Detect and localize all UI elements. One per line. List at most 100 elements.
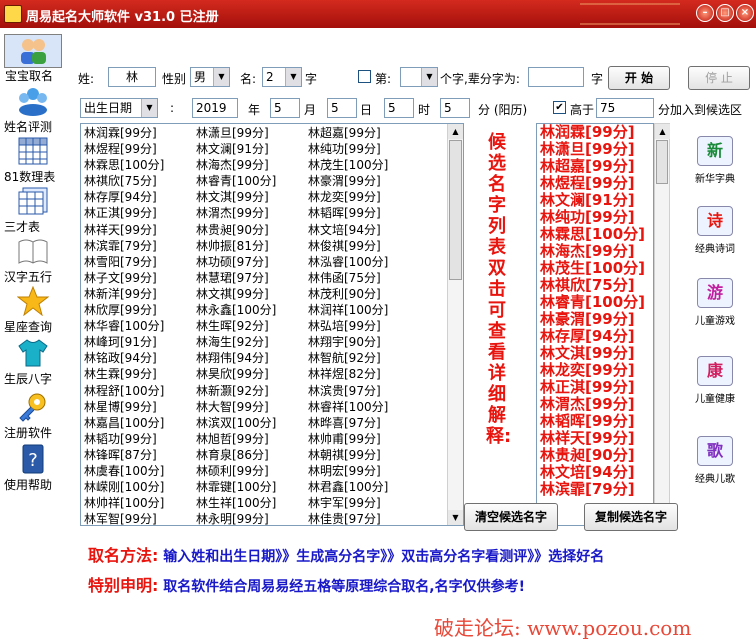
list-item[interactable]: 林霖思[100分]: [84, 157, 196, 173]
list-item[interactable]: 林文祺[99分]: [196, 286, 308, 302]
list-item[interactable]: 林超嘉[99分]: [308, 125, 420, 141]
list-item[interactable]: 林伟函[75分]: [308, 270, 420, 286]
minute-input[interactable]: 5: [440, 98, 470, 118]
candidate-item[interactable]: 林润霖[99分]: [537, 124, 653, 141]
above-score-input[interactable]: 75: [596, 98, 654, 118]
gender-select[interactable]: 男 ▼: [190, 67, 230, 87]
list-item[interactable]: 林育泉[86分]: [196, 447, 308, 463]
list-item[interactable]: 林子文[99分]: [84, 270, 196, 286]
list-item[interactable]: 林正淇[99分]: [84, 205, 196, 221]
list-item[interactable]: 林君鑫[100分]: [308, 479, 420, 495]
candidate-item[interactable]: 林海杰[99分]: [537, 243, 653, 260]
list-item[interactable]: 林明宏[99分]: [308, 463, 420, 479]
sidebar-item-0[interactable]: 宝宝取名: [4, 34, 62, 83]
right-panel-item-3[interactable]: 康儿童健康: [682, 356, 748, 405]
list-item[interactable]: 林昊欣[99分]: [196, 366, 308, 382]
candidate-item[interactable]: 林纯功[99分]: [537, 209, 653, 226]
list-item[interactable]: 林帅甫[99分]: [308, 431, 420, 447]
list-item[interactable]: 林虞春[100分]: [84, 463, 196, 479]
candidate-item[interactable]: 林超嘉[99分]: [537, 158, 653, 175]
candidate-item[interactable]: 林存厚[94分]: [537, 328, 653, 345]
list-item[interactable]: 林星博[99分]: [84, 399, 196, 415]
list-item[interactable]: 林渭杰[99分]: [196, 205, 308, 221]
list-item[interactable]: 林慧珺[97分]: [196, 270, 308, 286]
list-item[interactable]: 林锋晖[87分]: [84, 447, 196, 463]
generated-names-list[interactable]: 林润霖[99分] 林煜程[99分] 林霖思[100分] 林祺欣[75分] 林存厚[94分…: [80, 123, 464, 526]
candidate-item[interactable]: 林茂生[100分]: [537, 260, 653, 277]
list-item[interactable]: 林硕利[99分]: [196, 463, 308, 479]
right-panel-item-2[interactable]: 游儿童游戏: [682, 278, 748, 327]
candidate-item[interactable]: 林文培[94分]: [537, 464, 653, 481]
sidebar-item-7[interactable]: 注册软件: [4, 392, 62, 440]
list-item[interactable]: 林龙奕[99分]: [308, 189, 420, 205]
list-item[interactable]: 林文淇[99分]: [196, 189, 308, 205]
list-item[interactable]: 林豪渭[99分]: [308, 173, 420, 189]
stop-button[interactable]: 停 止: [688, 66, 750, 90]
list-item[interactable]: 林俊祺[99分]: [308, 238, 420, 254]
surname-input[interactable]: 林: [108, 67, 156, 87]
list-item[interactable]: 林生祥[100分]: [196, 495, 308, 511]
list-item[interactable]: 林韬晖[99分]: [308, 205, 420, 221]
list-item[interactable]: 林茂利[90分]: [308, 286, 420, 302]
names-scrollbar[interactable]: ▲ ▼: [447, 124, 463, 525]
chevron-down-icon[interactable]: ▼: [421, 68, 437, 86]
list-item[interactable]: 林潇旦[99分]: [196, 125, 308, 141]
list-item[interactable]: 林翔宇[90分]: [308, 334, 420, 350]
list-item[interactable]: 林滨霏[79分]: [84, 238, 196, 254]
list-item[interactable]: 林功硕[97分]: [196, 254, 308, 270]
list-item[interactable]: 林海生[92分]: [196, 334, 308, 350]
sidebar-item-1[interactable]: 姓名评测: [4, 86, 62, 134]
candidate-item[interactable]: 林煜程[99分]: [537, 175, 653, 192]
list-item[interactable]: 林祥天[99分]: [84, 222, 196, 238]
list-item[interactable]: 林祺欣[75分]: [84, 173, 196, 189]
candidate-item[interactable]: 林文澜[91分]: [537, 192, 653, 209]
list-item[interactable]: 林新洋[99分]: [84, 286, 196, 302]
sidebar-item-8[interactable]: ? 使用帮助: [4, 444, 62, 492]
hour-input[interactable]: 5: [384, 98, 414, 118]
list-item[interactable]: 林程舒[100分]: [84, 383, 196, 399]
list-item[interactable]: 林祥煜[82分]: [308, 366, 420, 382]
above-score-checkbox[interactable]: ✔: [553, 101, 566, 114]
list-item[interactable]: 林霏键[100分]: [196, 479, 308, 495]
scroll-up-icon[interactable]: ▲: [655, 124, 670, 139]
list-item[interactable]: 林军智[99分]: [84, 511, 196, 525]
candidate-item[interactable]: 林祺欣[75分]: [537, 277, 653, 294]
scroll-down-icon[interactable]: ▼: [448, 510, 463, 525]
list-item[interactable]: 林帅祥[100分]: [84, 495, 196, 511]
list-item[interactable]: 林嵘刚[100分]: [84, 479, 196, 495]
list-item[interactable]: 林嘉昌[100分]: [84, 415, 196, 431]
list-item[interactable]: 林滨贵[97分]: [308, 383, 420, 399]
list-item[interactable]: 林文澜[91分]: [196, 141, 308, 157]
list-item[interactable]: 林旭哲[99分]: [196, 431, 308, 447]
candidate-item[interactable]: 林滨霏[79分]: [537, 481, 653, 498]
minimize-button[interactable]: –: [696, 4, 714, 22]
list-item[interactable]: 林茂生[100分]: [308, 157, 420, 173]
list-item[interactable]: 林生晖[92分]: [196, 318, 308, 334]
list-item[interactable]: 林文培[94分]: [308, 222, 420, 238]
candidate-item[interactable]: 林祥天[99分]: [537, 430, 653, 447]
chevron-down-icon[interactable]: ▼: [213, 68, 229, 86]
right-panel-item-1[interactable]: 诗经典诗词: [682, 206, 748, 255]
list-item[interactable]: 林永鑫[100分]: [196, 302, 308, 318]
list-item[interactable]: 林存厚[94分]: [84, 189, 196, 205]
list-item[interactable]: 林润祥[100分]: [308, 302, 420, 318]
list-item[interactable]: 林润霖[99分]: [84, 125, 196, 141]
list-item[interactable]: 林新灏[92分]: [196, 383, 308, 399]
list-item[interactable]: 林帅振[81分]: [196, 238, 308, 254]
list-item[interactable]: 林睿青[100分]: [196, 173, 308, 189]
candidate-item[interactable]: 林文淇[99分]: [537, 345, 653, 362]
copy-candidates-button[interactable]: 复制候选名字: [584, 503, 678, 531]
scroll-thumb[interactable]: [656, 140, 668, 184]
list-item[interactable]: 林生霖[99分]: [84, 366, 196, 382]
sidebar-item-5[interactable]: 星座查询: [4, 285, 62, 334]
list-item[interactable]: 林韬功[99分]: [84, 431, 196, 447]
list-item[interactable]: 林睿祥[100分]: [308, 399, 420, 415]
list-item[interactable]: 林铭政[94分]: [84, 350, 196, 366]
scroll-thumb[interactable]: [449, 140, 462, 280]
close-button[interactable]: ×: [736, 4, 754, 22]
candidate-item[interactable]: 林豪渭[99分]: [537, 311, 653, 328]
candidate-item[interactable]: 林龙奕[99分]: [537, 362, 653, 379]
scroll-up-icon[interactable]: ▲: [448, 124, 463, 139]
date-mode-select[interactable]: 出生日期 ▼: [80, 98, 158, 118]
list-item[interactable]: 林佳贵[97分]: [308, 511, 420, 525]
